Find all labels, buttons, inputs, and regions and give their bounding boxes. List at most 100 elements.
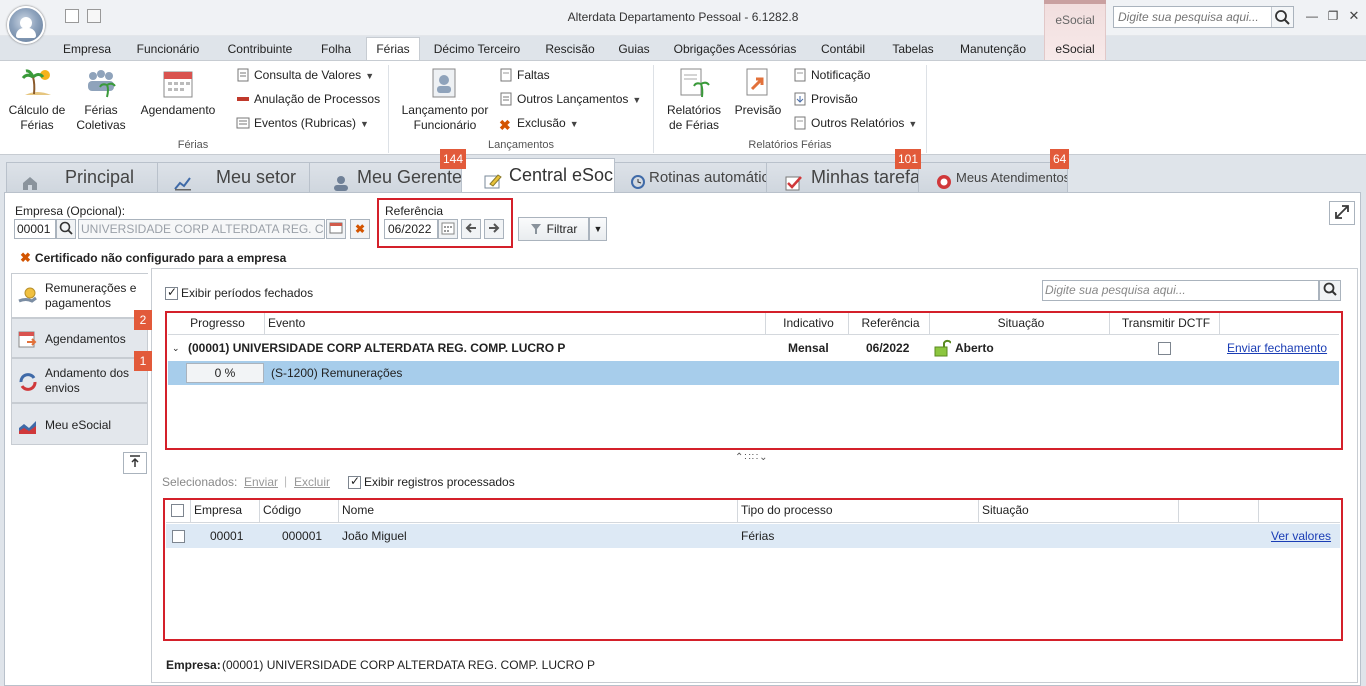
outros-relatorios-button[interactable]: Outros Relatórios ▼ <box>793 114 917 132</box>
referencia-field[interactable]: 06/2022 <box>384 219 438 239</box>
report-arrow-icon <box>742 67 774 99</box>
relatorios-group-label: Relatórios Férias <box>748 139 832 151</box>
col-empresa[interactable]: Empresa <box>191 500 260 522</box>
tab-rescisao[interactable]: Rescisão <box>540 39 600 61</box>
row-checkbox[interactable] <box>172 530 185 543</box>
lancamento-funcionario-button[interactable]: Lançamento por Funcionário <box>400 67 490 133</box>
tab-meu-setor[interactable]: Meu setor <box>157 162 310 193</box>
tab-empresa[interactable]: Empresa <box>58 39 116 61</box>
table-row[interactable]: 00001 000001 João Miguel Férias Ver valo… <box>166 524 1340 548</box>
relatorios-ferias-button[interactable]: Relatórios de Férias <box>664 67 724 133</box>
global-search-box[interactable] <box>1113 6 1294 28</box>
col-codigo[interactable]: Código <box>260 500 339 522</box>
tab-principal[interactable]: Principal <box>6 162 158 193</box>
ferias-coletivas-button[interactable]: Férias Coletivas <box>72 67 130 133</box>
enviar-fechamento-link[interactable]: Enviar fechamento <box>1227 336 1327 360</box>
empresa-code-field[interactable]: 00001 <box>14 219 56 239</box>
app-menu-logo-icon[interactable] <box>7 6 45 44</box>
grid-search-input[interactable]: Digite sua pesquisa aqui... <box>1042 280 1319 301</box>
filtrar-button[interactable]: Filtrar <box>518 217 589 241</box>
expand-icon[interactable] <box>1329 201 1355 225</box>
tab-meus-atendimentos[interactable]: Meus Atendimentos <box>918 162 1068 193</box>
exibir-processados-checkbox[interactable] <box>348 474 361 489</box>
document-list-icon <box>499 92 513 106</box>
tab-folha[interactable]: Folha <box>314 39 358 61</box>
enviar-link[interactable]: Enviar <box>244 475 278 489</box>
chevron-down-icon: ▼ <box>593 224 603 234</box>
side-item-remuneracoes[interactable]: Remunerações e pagamentos <box>11 273 148 318</box>
close-icon[interactable]: ✕ <box>1346 9 1362 23</box>
expand-chevron-icon[interactable]: ⌄ <box>172 336 180 360</box>
tab-central-esocial[interactable]: Central eSocial <box>461 158 615 193</box>
tab-meu-setor-label: Meu setor <box>216 167 297 187</box>
consulta-valores-button[interactable]: Consulta de Valores ▼ <box>236 66 374 84</box>
previsao-button[interactable]: Previsão <box>732 67 784 118</box>
provisao-button[interactable]: Provisão <box>793 90 858 108</box>
excluir-link[interactable]: Excluir <box>294 475 330 489</box>
filtrar-label: Filtrar <box>546 222 578 236</box>
tab-obrigacoes-acessorias[interactable]: Obrigações Acessórias <box>670 39 800 61</box>
col-transmitir-dctf[interactable]: Transmitir DCTF <box>1110 313 1220 335</box>
anulacao-processos-label: Anulação de Processos <box>254 92 381 106</box>
side-item-andamento[interactable]: Andamento dos envios <box>11 358 148 403</box>
notificacao-button[interactable]: Notificação <box>793 66 870 84</box>
eventos-rubricas-button[interactable]: Eventos (Rubricas) ▼ <box>236 114 369 132</box>
calendar-picker-icon[interactable] <box>438 219 458 239</box>
col-evento[interactable]: Evento <box>265 313 766 335</box>
transmitir-dctf-checkbox[interactable] <box>1158 342 1171 355</box>
tab-central-esocial-label: Central eSocial <box>509 165 614 185</box>
calendar-icon <box>162 67 194 99</box>
minimize-icon[interactable]: — <box>1304 9 1320 23</box>
certificado-warning: ✖ Certificado não configurado para a empr… <box>20 250 286 266</box>
next-period-icon[interactable] <box>484 219 504 239</box>
empresa-search-icon[interactable] <box>56 219 76 239</box>
exclusao-button[interactable]: ✖ Exclusão ▼ <box>499 114 579 132</box>
filtrar-dropdown-button[interactable]: ▼ <box>589 217 607 241</box>
restore-icon[interactable]: ❐ <box>1325 9 1341 23</box>
search-icon[interactable] <box>1271 7 1293 27</box>
calculo-ferias-button[interactable]: Cálculo de Férias <box>8 67 66 133</box>
ver-valores-link[interactable]: Ver valores <box>1271 524 1331 548</box>
group-row[interactable]: ⌄ (00001) UNIVERSIDADE CORP ALTERDATA RE… <box>168 336 1339 360</box>
tab-decimo-terceiro[interactable]: Décimo Terceiro <box>428 39 526 61</box>
side-item-agendamentos[interactable]: Agendamentos <box>11 318 148 358</box>
tab-tabelas[interactable]: Tabelas <box>886 39 940 61</box>
clear-empresa-icon[interactable]: ✖ <box>350 219 370 239</box>
tab-manutencao[interactable]: Manutenção <box>954 39 1032 61</box>
col-situacao[interactable]: Situação <box>930 313 1110 335</box>
tab-esocial[interactable]: eSocial <box>1044 39 1106 61</box>
tab-funcionario[interactable]: Funcionário <box>130 39 206 61</box>
global-search-input[interactable] <box>1114 7 1269 27</box>
col-situacao-lower[interactable]: Situação <box>979 500 1179 522</box>
document-download-icon <box>793 92 807 106</box>
side-item-meu-esocial[interactable]: Meu eSocial <box>11 403 148 445</box>
tab-ferias[interactable]: Férias <box>366 37 420 61</box>
anulacao-processos-button[interactable]: Anulação de Processos <box>236 90 380 108</box>
tab-rotinas-automaticas[interactable]: Rotinas automáticas <box>614 162 767 193</box>
col-nome[interactable]: Nome <box>339 500 738 522</box>
faltas-button[interactable]: Faltas <box>499 66 550 84</box>
splitter-handle-icon[interactable]: ⌃∷∷⌄ <box>735 452 768 463</box>
previous-period-icon[interactable] <box>461 219 481 239</box>
ribbon-separator <box>388 65 389 153</box>
tab-guias[interactable]: Guias <box>612 39 656 61</box>
col-tipo-processo[interactable]: Tipo do processo <box>738 500 979 522</box>
empresa-table-icon[interactable] <box>326 219 346 239</box>
referencia-label: Referência <box>385 204 444 218</box>
row-codigo: 000001 <box>282 529 323 543</box>
col-progresso[interactable]: Progresso <box>168 313 265 335</box>
col-indicativo[interactable]: Indicativo <box>766 313 849 335</box>
collapse-up-icon[interactable] <box>123 452 147 474</box>
tab-contribuinte[interactable]: Contribuinte <box>220 39 300 61</box>
agendamento-button[interactable]: Agendamento <box>138 67 218 118</box>
col-referencia[interactable]: Referência <box>849 313 930 335</box>
delete-x-icon: ✖ <box>499 117 511 133</box>
exibir-fechados-checkbox[interactable] <box>165 285 178 300</box>
tab-contabil[interactable]: Contábil <box>814 39 872 61</box>
grid-search-icon[interactable] <box>1319 280 1341 301</box>
outros-lancamentos-button[interactable]: Outros Lançamentos ▼ <box>499 90 641 108</box>
row-tipo: Férias <box>741 529 775 543</box>
event-row[interactable]: 0 % (S-1200) Remunerações <box>168 361 1339 385</box>
document-list-icon <box>236 68 250 82</box>
select-all-checkbox[interactable] <box>171 504 184 517</box>
